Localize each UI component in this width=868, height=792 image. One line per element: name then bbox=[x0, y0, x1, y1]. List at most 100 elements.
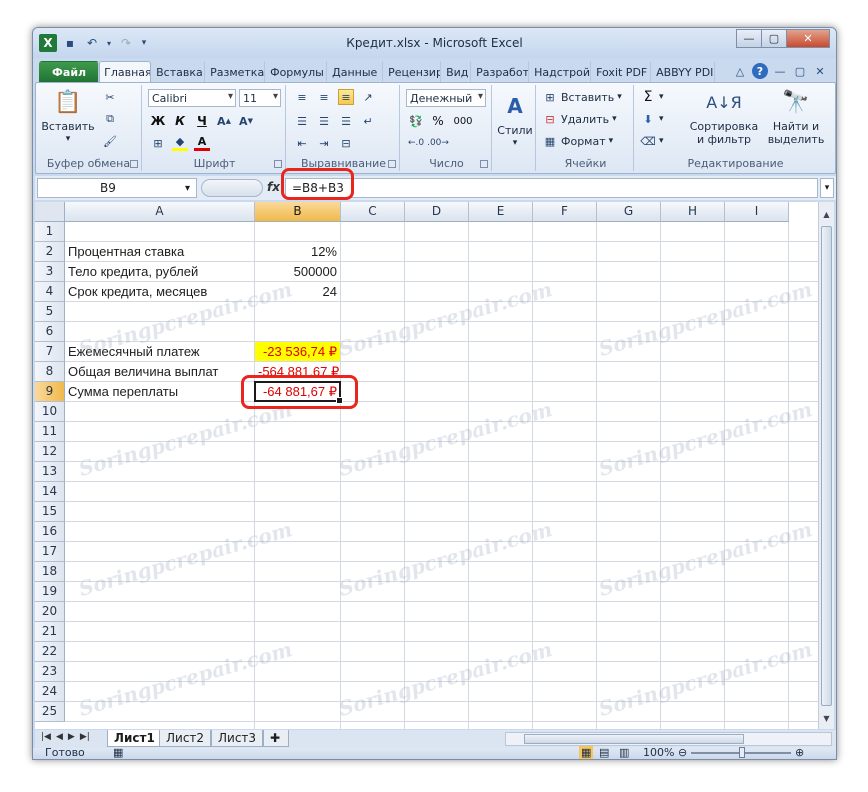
tab-insert[interactable]: Вставка bbox=[151, 61, 206, 82]
borders-icon[interactable]: ⊞ bbox=[150, 135, 166, 151]
normal-view-icon[interactable]: ▦ bbox=[579, 746, 594, 759]
doc-minimize-icon[interactable]: — bbox=[772, 63, 788, 79]
help-icon[interactable]: ? bbox=[752, 63, 768, 79]
zoom-slider-knob[interactable] bbox=[739, 747, 745, 758]
column-header[interactable]: E bbox=[469, 202, 533, 222]
row-header[interactable]: 21 bbox=[35, 622, 65, 642]
sheet-tab-2[interactable]: Лист2 bbox=[159, 730, 212, 747]
align-middle-icon[interactable]: ≡ bbox=[316, 89, 332, 105]
paste-button[interactable]: 📋 Вставить ▾ bbox=[41, 87, 94, 146]
decrease-decimal-icon[interactable]: .00→ bbox=[427, 135, 449, 151]
orientation-icon[interactable]: ↗ bbox=[360, 89, 376, 105]
clipboard-launcher-icon[interactable] bbox=[130, 160, 138, 168]
cut-icon[interactable]: ✂ bbox=[102, 89, 118, 105]
row-header[interactable]: 20 bbox=[35, 602, 65, 622]
zoom-slider[interactable] bbox=[691, 747, 791, 758]
increase-decimal-icon[interactable]: ←.0 bbox=[408, 135, 424, 151]
delete-cells-button[interactable]: ⊟ Удалить ▾ bbox=[542, 111, 616, 127]
formula-bar-splitter[interactable] bbox=[201, 179, 263, 197]
doc-restore-icon[interactable]: ▢ bbox=[792, 63, 808, 79]
row-header[interactable]: 12 bbox=[35, 442, 65, 462]
minimize-ribbon-icon[interactable]: △ bbox=[732, 63, 748, 79]
macro-record-icon[interactable]: ▦ bbox=[113, 746, 123, 759]
cell-a4[interactable]: Срок кредита, месяцев bbox=[65, 282, 254, 301]
row-header[interactable]: 23 bbox=[35, 662, 65, 682]
vertical-scrollbar[interactable]: ▲ ▼ bbox=[818, 202, 834, 729]
column-header[interactable]: C bbox=[341, 202, 405, 222]
horizontal-scroll-thumb[interactable] bbox=[524, 734, 744, 744]
format-painter-icon[interactable]: 🖌 bbox=[102, 133, 118, 149]
row-header[interactable]: 24 bbox=[35, 682, 65, 702]
close-button[interactable]: ✕ bbox=[786, 29, 830, 48]
cell-a8[interactable]: Общая величина выплат bbox=[65, 362, 254, 381]
row-header[interactable]: 25 bbox=[35, 702, 65, 722]
align-top-icon[interactable]: ≡ bbox=[294, 89, 310, 105]
page-break-view-icon[interactable]: ▥ bbox=[619, 746, 629, 759]
row-header[interactable]: 22 bbox=[35, 642, 65, 662]
horizontal-scrollbar[interactable] bbox=[505, 732, 832, 746]
column-header[interactable]: B bbox=[255, 202, 341, 222]
tab-review[interactable]: Рецензир bbox=[383, 61, 442, 82]
row-header[interactable]: 6 bbox=[35, 322, 65, 342]
row-header[interactable]: 10 bbox=[35, 402, 65, 422]
expand-formula-bar-icon[interactable]: ▾ bbox=[820, 178, 834, 198]
maximize-button[interactable]: ▢ bbox=[761, 29, 787, 48]
currency-format-icon[interactable]: 💱 bbox=[408, 113, 424, 129]
insert-cells-button[interactable]: ⊞ Вставить ▾ bbox=[542, 89, 621, 105]
cell-b7[interactable]: -23 536,74 ₽ bbox=[255, 342, 340, 361]
cell-a2[interactable]: Процентная ставка bbox=[65, 242, 254, 261]
cell-b8[interactable]: -564 881,67 ₽ bbox=[255, 362, 340, 381]
doc-close-icon[interactable]: ✕ bbox=[812, 63, 828, 79]
row-header[interactable]: 8 bbox=[35, 362, 65, 382]
number-launcher-icon[interactable] bbox=[480, 160, 488, 168]
scroll-up-icon[interactable]: ▲ bbox=[820, 208, 833, 221]
font-launcher-icon[interactable] bbox=[274, 160, 282, 168]
increase-indent-icon[interactable]: ⇥ bbox=[316, 135, 332, 151]
tab-addins[interactable]: Надстрой bbox=[529, 61, 592, 82]
font-color-button[interactable]: А bbox=[194, 135, 210, 151]
row-header[interactable]: 7 bbox=[35, 342, 65, 362]
find-select-button[interactable]: 🔭 Найти и выделить bbox=[762, 87, 830, 146]
row-header[interactable]: 4 bbox=[35, 282, 65, 302]
row-header[interactable]: 5 bbox=[35, 302, 65, 322]
select-all-corner[interactable] bbox=[35, 202, 65, 222]
last-sheet-icon[interactable]: ▶| bbox=[80, 732, 90, 742]
row-header[interactable]: 13 bbox=[35, 462, 65, 482]
column-header[interactable]: A bbox=[65, 202, 255, 222]
copy-icon[interactable]: ⧉ bbox=[102, 111, 118, 127]
wrap-text-icon[interactable]: ↵ bbox=[360, 113, 376, 129]
tab-abbyy-pdf[interactable]: ABBYY PDI bbox=[651, 61, 716, 82]
minimize-button[interactable]: — bbox=[736, 29, 762, 48]
next-sheet-icon[interactable]: ▶ bbox=[68, 732, 75, 742]
align-right-icon[interactable]: ☰ bbox=[338, 113, 354, 129]
formula-input[interactable]: =B8+B3 bbox=[285, 178, 818, 198]
zoom-in-icon[interactable]: ⊕ bbox=[795, 746, 804, 759]
bold-button[interactable]: Ж bbox=[150, 113, 166, 129]
row-header[interactable]: 18 bbox=[35, 562, 65, 582]
worksheet-grid[interactable]: A B C D E F G H I 1 2 3 4 5 6 7 8 9 10 11 12 13 14 15 16 17 18 19 20… bbox=[35, 202, 820, 729]
merge-cells-icon[interactable]: ⊟ bbox=[338, 135, 354, 151]
first-sheet-icon[interactable]: |◀ bbox=[41, 732, 51, 742]
tab-developer[interactable]: Разработ bbox=[471, 61, 530, 82]
clear-icon[interactable]: ⌫ bbox=[640, 133, 656, 149]
page-layout-view-icon[interactable]: ▤ bbox=[599, 746, 609, 759]
align-center-icon[interactable]: ☰ bbox=[316, 113, 332, 129]
thousands-separator-button[interactable]: 000 bbox=[452, 113, 474, 129]
percent-format-button[interactable]: % bbox=[430, 113, 446, 129]
decrease-indent-icon[interactable]: ⇤ bbox=[294, 135, 310, 151]
row-header[interactable]: 17 bbox=[35, 542, 65, 562]
align-left-icon[interactable]: ☰ bbox=[294, 113, 310, 129]
column-header[interactable]: H bbox=[661, 202, 725, 222]
autosum-button[interactable]: Σ bbox=[640, 89, 656, 105]
row-header[interactable]: 2 bbox=[35, 242, 65, 262]
row-header[interactable]: 3 bbox=[35, 262, 65, 282]
name-box[interactable]: B9 bbox=[37, 178, 197, 198]
prev-sheet-icon[interactable]: ◀ bbox=[56, 732, 63, 742]
column-header[interactable]: D bbox=[405, 202, 469, 222]
alignment-launcher-icon[interactable] bbox=[388, 160, 396, 168]
zoom-out-icon[interactable]: ⊖ bbox=[678, 746, 687, 759]
italic-button[interactable]: К bbox=[172, 113, 188, 129]
decrease-font-icon[interactable]: A ▼ bbox=[238, 113, 254, 129]
sort-filter-button[interactable]: A↓Я Сортировка и фильтр bbox=[688, 87, 760, 146]
row-header[interactable]: 15 bbox=[35, 502, 65, 522]
